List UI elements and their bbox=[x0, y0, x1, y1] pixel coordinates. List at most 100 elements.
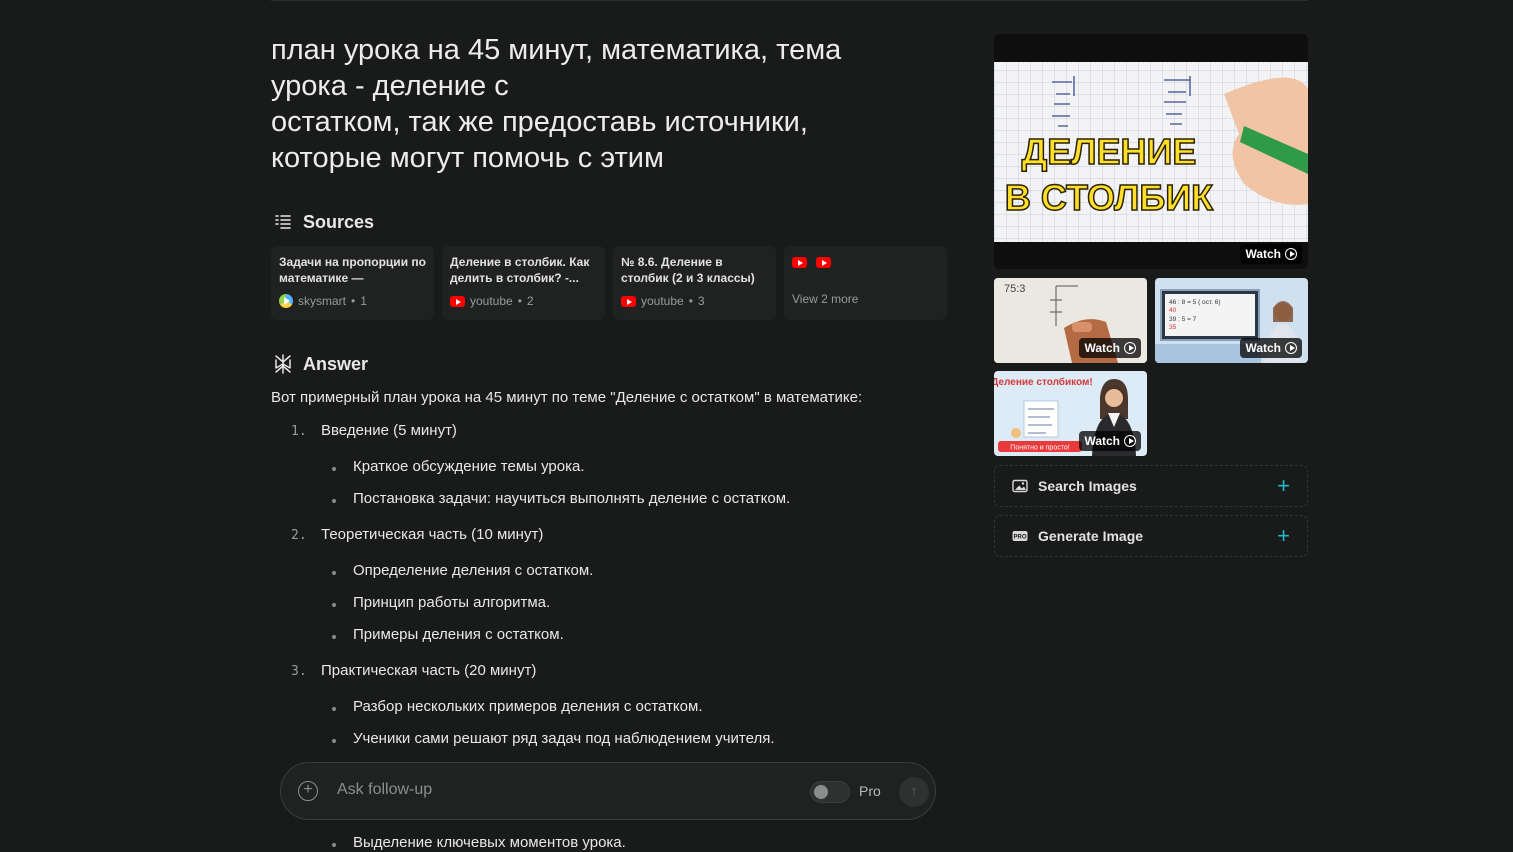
watch-label: Watch bbox=[1084, 341, 1120, 355]
sources-icon bbox=[275, 215, 291, 229]
list-label: Практическая часть (20 минут) bbox=[321, 662, 537, 679]
pro-toggle[interactable] bbox=[810, 781, 850, 803]
bullet-item: Примеры деления с остатком. bbox=[332, 626, 564, 643]
list-label: Теоретическая часть (10 минут) bbox=[321, 526, 544, 543]
answer-heading: Answer bbox=[272, 353, 368, 375]
source-separator: • bbox=[351, 294, 356, 308]
thumb-text: 39 : 5 = 7 bbox=[1169, 316, 1197, 323]
source-separator: • bbox=[688, 294, 693, 308]
source-card-1[interactable]: Задачи на пропорции по математике — прим… bbox=[271, 246, 434, 320]
list-item: 2. Теоретическая часть (10 минут) bbox=[291, 526, 543, 543]
youtube-icon bbox=[450, 295, 465, 307]
thumb-text: 75:3 bbox=[1004, 283, 1025, 295]
video-main-title-line: ДЕЛЕНИЕ bbox=[1022, 131, 1197, 172]
watch-label: Watch bbox=[1084, 434, 1120, 448]
bullet-text: Постановка задачи: научиться выполнять д… bbox=[353, 490, 791, 507]
query-line: остатком, так же предоставь источники, bbox=[271, 106, 808, 138]
watch-label: Watch bbox=[1245, 341, 1281, 355]
watch-label: Watch bbox=[1245, 247, 1281, 261]
watch-button[interactable]: Watch bbox=[1240, 244, 1302, 264]
play-circle-icon bbox=[1285, 342, 1297, 354]
play-circle-icon bbox=[1124, 435, 1136, 447]
thumb-title: Деление столбиком! bbox=[994, 376, 1093, 388]
svg-text:PRO: PRO bbox=[1013, 535, 1026, 541]
watch-button[interactable]: Watch bbox=[1079, 431, 1141, 451]
bullet-text: Принцип работы алгоритма. bbox=[353, 594, 551, 611]
list-number: 1. bbox=[291, 424, 307, 439]
list-item: 3. Практическая часть (20 минут) bbox=[291, 662, 536, 679]
play-circle-icon bbox=[1124, 342, 1136, 354]
source-site: youtube bbox=[641, 294, 684, 308]
bullet-item: Определение деления с остатком. bbox=[331, 562, 594, 579]
video-main-title-line: В СТОЛБИК bbox=[1005, 177, 1214, 218]
followup-input[interactable] bbox=[337, 781, 737, 799]
generate-image-label: Generate Image bbox=[1038, 528, 1144, 544]
followup-bar: + Pro ↑ bbox=[280, 762, 936, 820]
sources-heading-label: Sources bbox=[303, 211, 375, 232]
top-divider bbox=[271, 0, 1308, 1]
list-item: 1. Введение (5 минут) bbox=[291, 422, 457, 439]
video-main[interactable]: ДЕЛЕНИЕ В СТОЛБИК Watch bbox=[994, 34, 1308, 269]
page: план урока на 45 минут, математика, тема… bbox=[0, 0, 1513, 852]
more-source-icons bbox=[792, 257, 939, 268]
bullet-text: Выделение ключевых моментов урока. bbox=[353, 834, 626, 851]
plus-icon: + bbox=[1277, 523, 1290, 548]
watch-button[interactable]: Watch bbox=[1079, 338, 1141, 358]
video-thumb-3[interactable]: 46 : 8 = 5 ( ост. 6) 40 39 : 5 = 7 35 Wa… bbox=[1155, 278, 1308, 363]
video-main-thumbnail: ДЕЛЕНИЕ В СТОЛБИК bbox=[994, 34, 1308, 269]
source-meta: skysmart • 1 bbox=[279, 294, 426, 308]
bullet-text: Разбор нескольких примеров деления с ост… bbox=[353, 698, 703, 715]
thumb-text: 46 : 8 = 5 ( ост. 6) bbox=[1169, 299, 1221, 306]
source-index: 2 bbox=[526, 294, 534, 308]
list-number: 2. bbox=[291, 528, 307, 543]
source-meta: youtube • 3 bbox=[621, 294, 768, 308]
source-index: 1 bbox=[360, 294, 367, 308]
answer-intro: Вот примерный план урока на 45 минут по … bbox=[271, 389, 863, 406]
bullet-item: Принцип работы алгоритма. bbox=[331, 594, 551, 611]
search-images-label: Search Images bbox=[1038, 478, 1137, 494]
thumb-text: 35 bbox=[1169, 324, 1177, 331]
source-meta: youtube • 2 bbox=[450, 294, 597, 308]
source-site: skysmart bbox=[298, 294, 346, 308]
plus-icon: + bbox=[1277, 473, 1290, 498]
video-thumb-2[interactable]: 75:3 Watch bbox=[994, 278, 1147, 363]
query-line: план урока на 45 минут, математика, тема bbox=[271, 34, 842, 66]
bullet-text: Краткое обсуждение темы урока. bbox=[353, 458, 585, 475]
answer-icon bbox=[275, 354, 291, 374]
generate-image-button[interactable]: PRO Generate Image + bbox=[994, 515, 1308, 557]
send-arrow-icon[interactable]: ↑ bbox=[899, 777, 929, 807]
view-more-sources[interactable]: View 2 more bbox=[784, 246, 947, 320]
pro-label: Pro bbox=[859, 783, 881, 799]
bullet-item: Постановка задачи: научиться выполнять д… bbox=[331, 490, 791, 507]
bullet-item: Разбор нескольких примеров деления с ост… bbox=[332, 698, 703, 715]
youtube-icon bbox=[792, 257, 807, 268]
source-index: 3 bbox=[697, 294, 705, 308]
bullet-item: Выделение ключевых моментов урока. bbox=[332, 834, 626, 851]
thumb-caption: Понятно и просто! bbox=[1010, 445, 1069, 452]
sources-list: Задачи на пропорции по математике — прим… bbox=[271, 246, 947, 320]
list-label: Введение (5 минут) bbox=[321, 422, 457, 439]
answer-heading-label: Answer bbox=[303, 353, 369, 374]
source-card-3[interactable]: № 8.6. Деление в столбик (2 и 3 классы) … bbox=[613, 246, 776, 320]
source-separator: • bbox=[517, 294, 522, 308]
query-title: план урока на 45 минут, математика, тема… bbox=[271, 32, 951, 176]
youtube-icon bbox=[816, 257, 831, 268]
source-card-2[interactable]: Деление в столбик. Как делить в столбик?… bbox=[442, 246, 605, 320]
skysmart-icon bbox=[279, 294, 293, 308]
watch-button[interactable]: Watch bbox=[1240, 338, 1302, 358]
bullet-text: Примеры деления с остатком. bbox=[353, 626, 564, 643]
bullet-text: Определение деления с остатком. bbox=[353, 562, 594, 579]
query-line: которые могут помочь с этим bbox=[271, 142, 664, 174]
source-title: Деление в столбик. Как делить в столбик?… bbox=[450, 255, 590, 285]
bullet-text: Ученики сами решают ряд задач под наблюд… bbox=[353, 730, 775, 747]
source-title: № 8.6. Деление в столбик (2 и 3 классы) … bbox=[621, 255, 755, 285]
sources-heading: Sources bbox=[272, 211, 374, 233]
query-line: урока - деление с bbox=[271, 70, 509, 102]
video-thumb-4[interactable]: Деление столбиком! Понятно и просто! Wat… bbox=[994, 371, 1147, 456]
attach-plus-icon[interactable]: + bbox=[298, 781, 318, 801]
view-more-label: View 2 more bbox=[792, 292, 859, 306]
bullet-item: Ученики сами решают ряд задач под наблюд… bbox=[332, 730, 775, 747]
pro-badge-icon: PRO bbox=[1012, 531, 1028, 541]
list-number: 3. bbox=[291, 664, 307, 679]
search-images-button[interactable]: Search Images + bbox=[994, 465, 1308, 507]
